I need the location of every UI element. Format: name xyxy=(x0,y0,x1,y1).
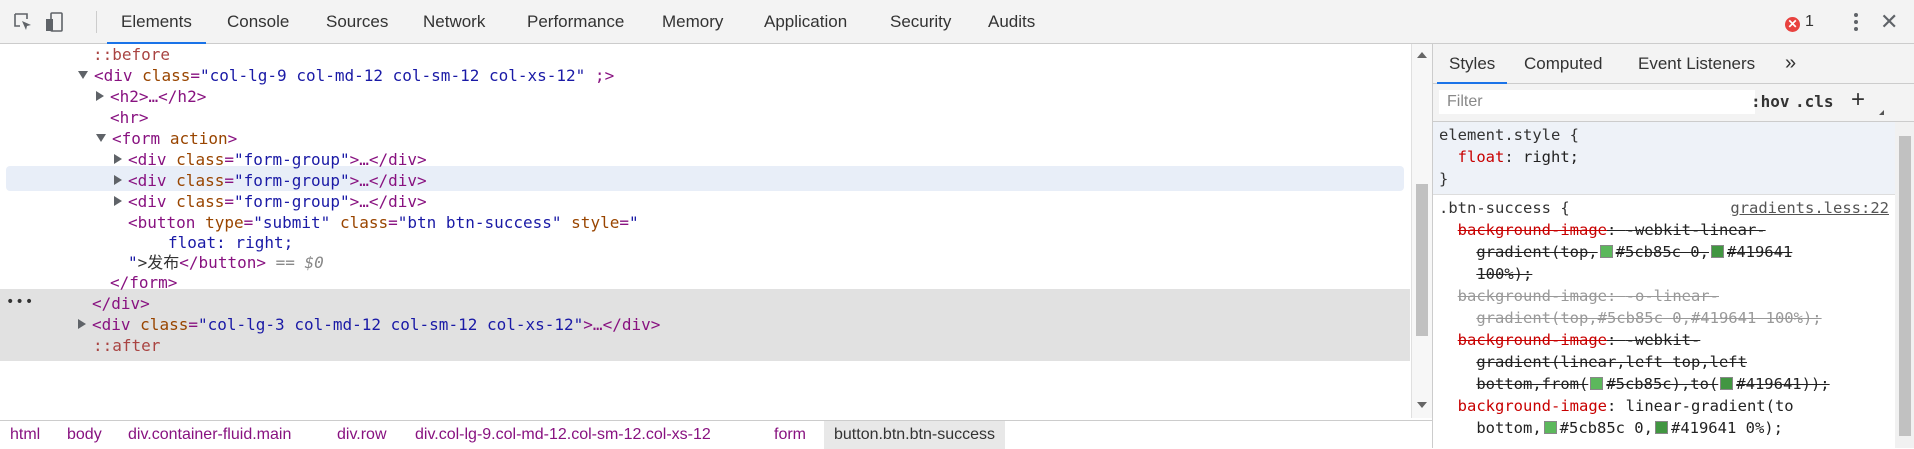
close-icon[interactable]: ✕ xyxy=(1880,11,1898,33)
color-swatch-icon[interactable] xyxy=(1654,421,1668,434)
tab-audits[interactable]: Audits xyxy=(988,0,1035,44)
device-toolbar-icon[interactable] xyxy=(44,11,66,33)
breadcrumb: html body div.container-fluid.main div.r… xyxy=(0,420,1432,449)
scroll-down-arrow-icon[interactable] xyxy=(1417,402,1427,408)
expand-triangle-icon[interactable] xyxy=(96,91,104,101)
style-declaration-overridden[interactable]: background-image: -webkit-linear- xyxy=(1439,219,1895,241)
expand-triangle-icon[interactable] xyxy=(114,154,122,164)
tree-scrollbar[interactable] xyxy=(1411,44,1432,418)
color-swatch-icon[interactable] xyxy=(1543,421,1557,434)
breadcrumb-button[interactable]: button.btn.btn-success xyxy=(824,421,1005,449)
expand-triangle-icon[interactable] xyxy=(78,319,86,329)
class-toggle[interactable]: .cls xyxy=(1795,92,1834,111)
style-value[interactable]: right; xyxy=(1523,148,1579,166)
tab-security[interactable]: Security xyxy=(890,0,951,44)
tree-node-after[interactable]: ::after xyxy=(93,333,1412,358)
collapse-triangle-icon[interactable] xyxy=(78,71,88,79)
breadcrumb-container[interactable]: div.container-fluid.main xyxy=(128,421,291,449)
color-swatch-icon[interactable] xyxy=(1710,245,1724,258)
elements-tree[interactable]: ••• ::before <div class="col-lg-9 col-md… xyxy=(0,44,1412,418)
scroll-up-arrow-icon[interactable] xyxy=(1417,52,1427,58)
breadcrumb-html[interactable]: html xyxy=(10,421,40,449)
element-style-rule[interactable]: element.style { float: right; } xyxy=(1433,122,1895,195)
style-declaration-overridden[interactable]: background-image: -webkit- xyxy=(1439,329,1895,351)
tab-styles[interactable]: Styles xyxy=(1436,44,1508,84)
style-property[interactable]: float xyxy=(1458,148,1505,166)
breadcrumb-row[interactable]: div.row xyxy=(337,421,387,449)
tab-computed[interactable]: Computed xyxy=(1524,44,1602,84)
breadcrumb-col[interactable]: div.col-lg-9.col-md-12.col-sm-12.col-xs-… xyxy=(415,421,711,449)
style-declaration[interactable]: background-image: linear-gradient(to xyxy=(1439,395,1895,417)
tab-console[interactable]: Console xyxy=(227,0,289,44)
rule-selector: element.style { xyxy=(1439,126,1579,144)
filter-input[interactable] xyxy=(1439,90,1755,114)
tab-application[interactable]: Application xyxy=(764,0,847,44)
devtools-toolbar: Elements Console Sources Network Perform… xyxy=(0,0,1914,44)
expand-triangle-icon[interactable] xyxy=(114,196,122,206)
style-declaration-invalid[interactable]: background-image: -o-linear- xyxy=(1439,285,1895,307)
color-swatch-icon[interactable] xyxy=(1720,377,1734,390)
error-counter[interactable]: ✕ 1 xyxy=(1785,12,1814,32)
scrollbar-thumb[interactable] xyxy=(1416,184,1428,336)
breadcrumb-form[interactable]: form xyxy=(774,421,806,449)
more-menu-icon[interactable] xyxy=(1846,10,1866,34)
source-link[interactable]: gradients.less:22 xyxy=(1730,197,1889,219)
hover-state-toggle[interactable]: :hov xyxy=(1751,92,1790,111)
styles-scrollbar[interactable] xyxy=(1895,122,1914,448)
toolbar-separator xyxy=(96,11,97,33)
btn-success-rule[interactable]: .btn-success { gradients.less:22 backgrou… xyxy=(1433,195,1895,439)
styles-pane: Styles Computed Event Listeners » :hov .… xyxy=(1432,44,1914,448)
sidebar-tabs: Styles Computed Event Listeners » xyxy=(1433,44,1914,84)
color-swatch-icon[interactable] xyxy=(1599,245,1613,258)
rule-selector: .btn-success { xyxy=(1439,199,1570,217)
more-tabs-icon[interactable]: » xyxy=(1785,44,1796,84)
tab-elements[interactable]: Elements xyxy=(107,0,206,44)
tab-event-listeners[interactable]: Event Listeners xyxy=(1638,44,1755,84)
new-rule-icon[interactable]: + xyxy=(1851,86,1865,114)
expand-triangle-icon[interactable] xyxy=(114,175,122,185)
tab-performance[interactable]: Performance xyxy=(527,0,624,44)
new-rule-menu-icon[interactable] xyxy=(1879,110,1884,115)
tab-sources[interactable]: Sources xyxy=(326,0,388,44)
tab-network[interactable]: Network xyxy=(423,0,485,44)
error-icon: ✕ xyxy=(1785,17,1800,32)
style-rules[interactable]: element.style { float: right; } .btn-suc… xyxy=(1433,122,1895,448)
scrollbar-thumb[interactable] xyxy=(1899,136,1911,436)
color-swatch-icon[interactable] xyxy=(1590,377,1604,390)
breadcrumb-body[interactable]: body xyxy=(67,421,102,449)
node-actions-icon[interactable]: ••• xyxy=(6,295,34,309)
tab-memory[interactable]: Memory xyxy=(662,0,723,44)
error-count: 1 xyxy=(1805,13,1814,30)
styles-filter-bar: :hov .cls + xyxy=(1433,84,1914,122)
collapse-triangle-icon[interactable] xyxy=(96,134,106,142)
inspect-element-icon[interactable] xyxy=(12,11,34,33)
